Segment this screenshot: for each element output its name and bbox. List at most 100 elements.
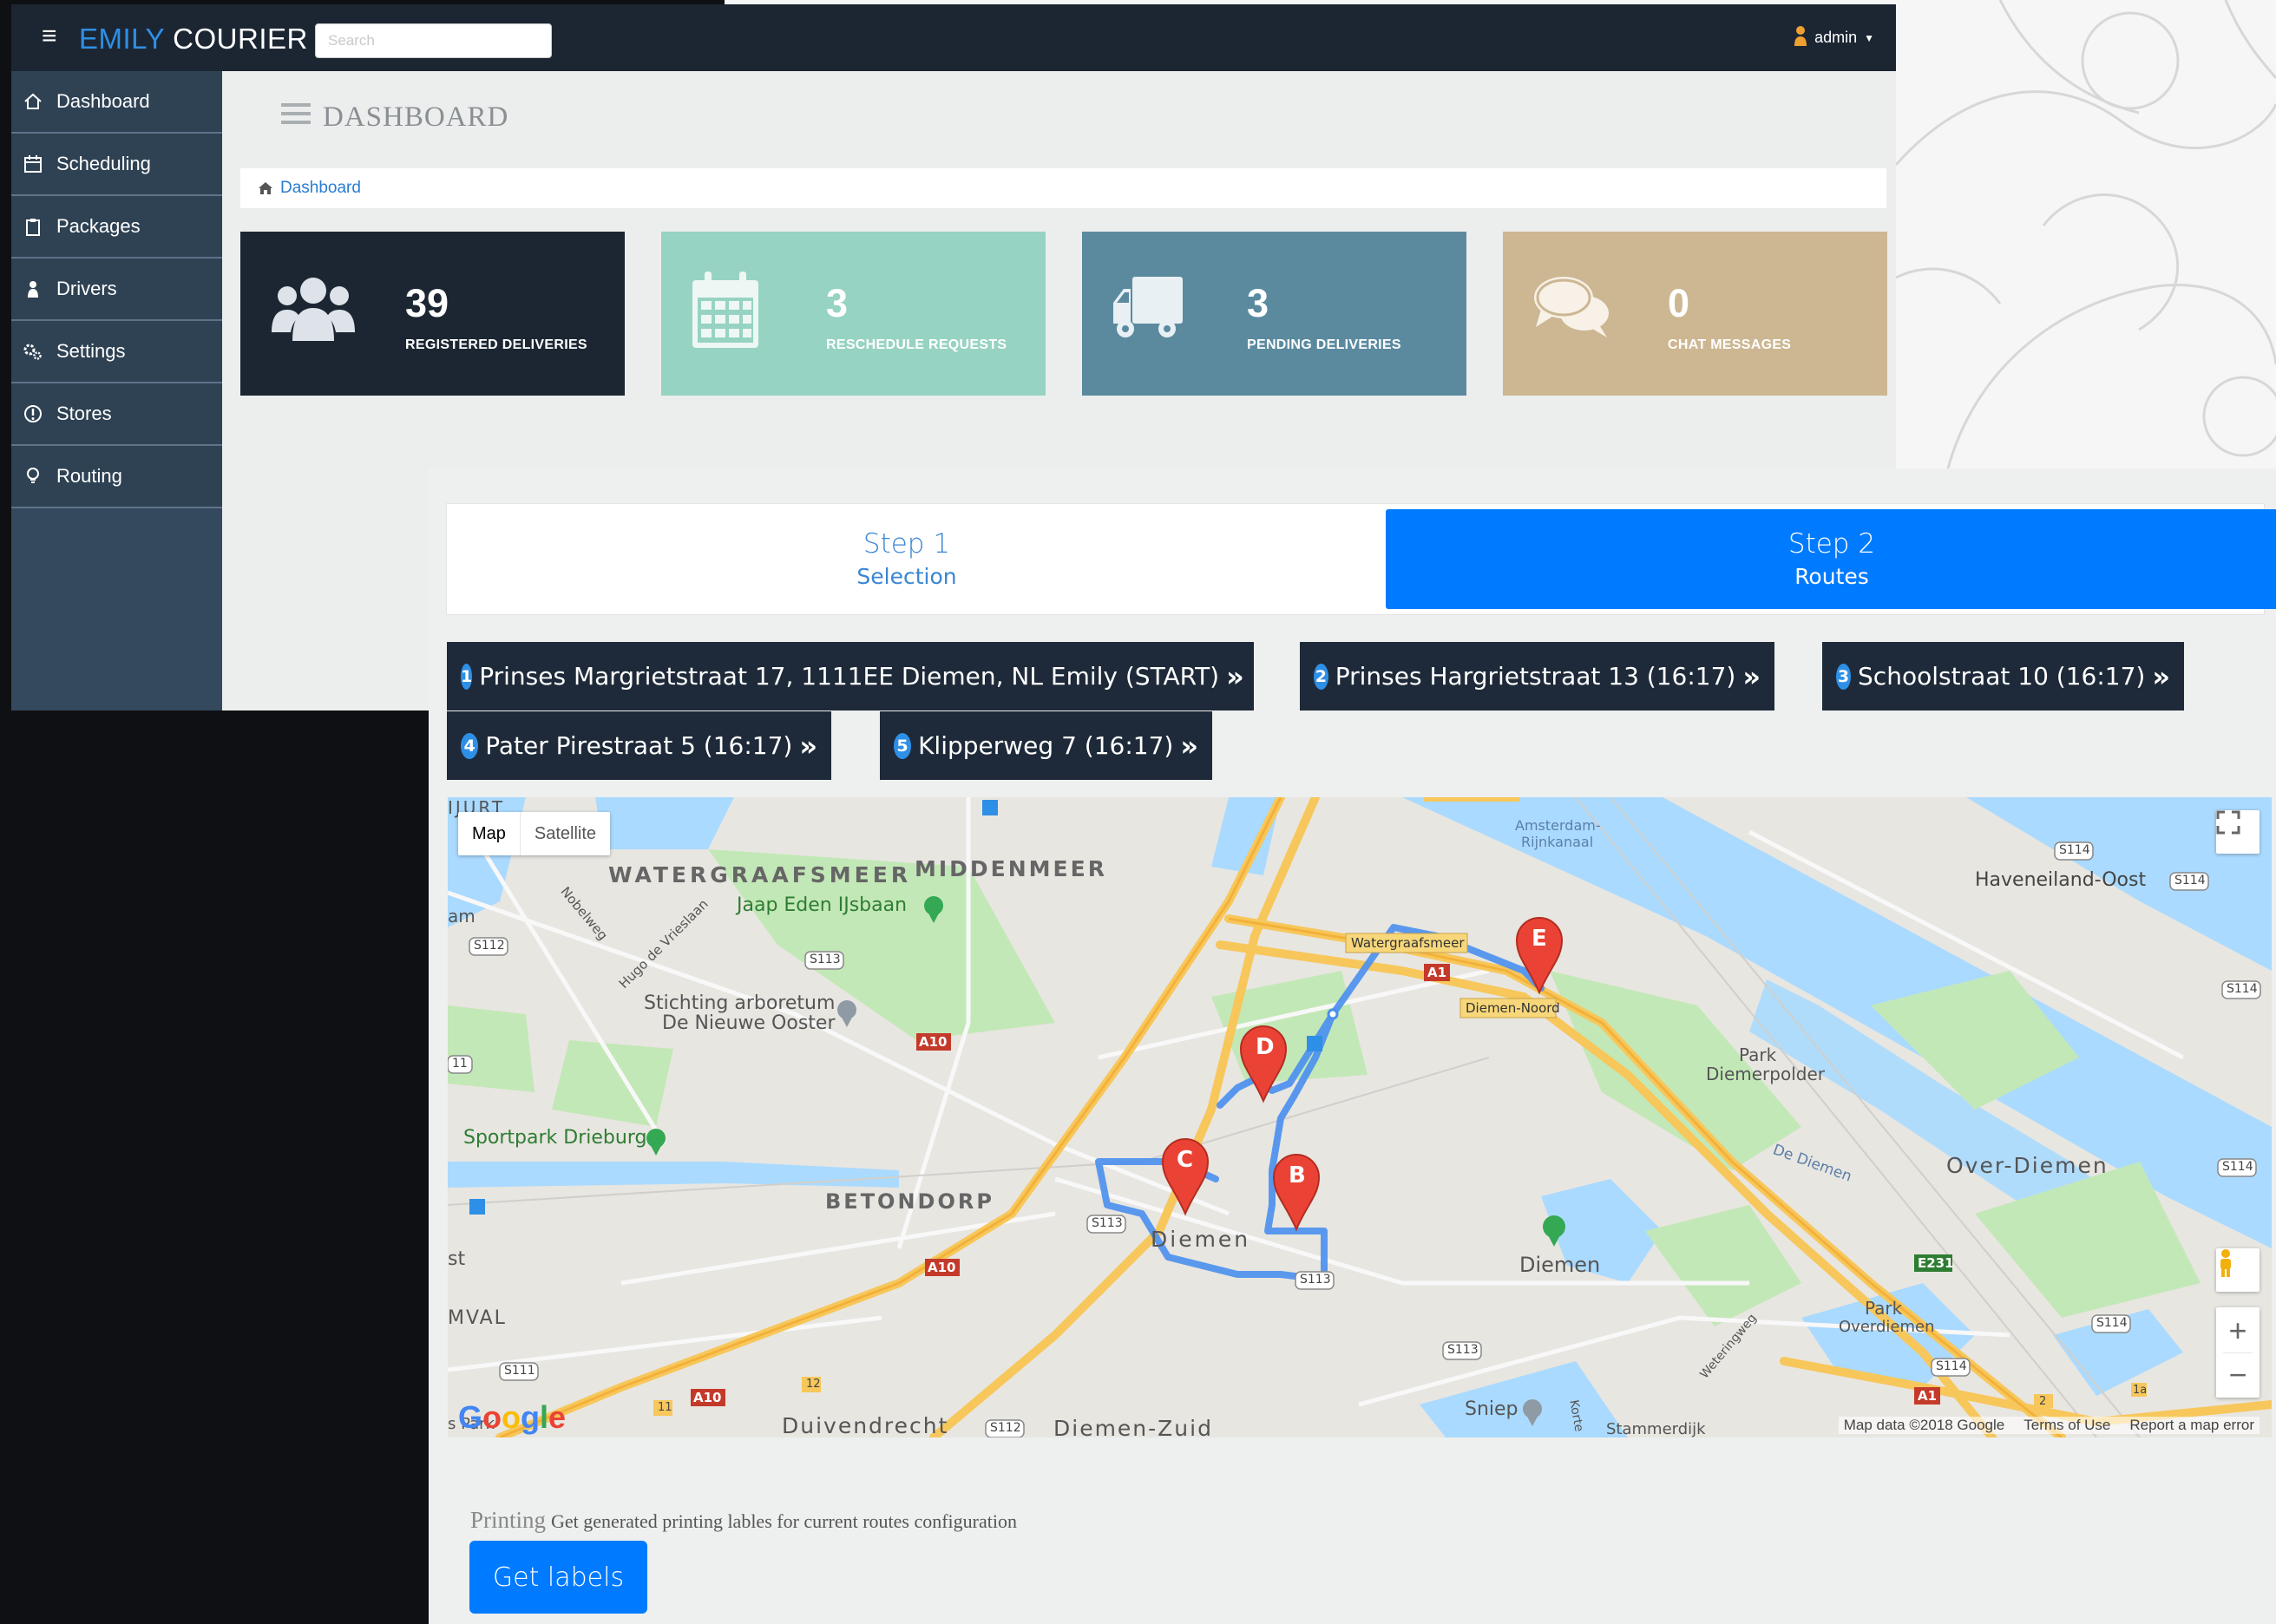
route-map[interactable]: E D C B IJURT WATERGRAAFSMEER MIDDENMEER… — [448, 797, 2272, 1437]
road-label-s114: S114 — [2174, 874, 2206, 887]
terms-of-use-link[interactable]: Terms of Use — [2023, 1417, 2110, 1434]
sidebar-item-packages[interactable]: Packages — [11, 196, 222, 259]
route-number: 5 — [894, 732, 912, 759]
route-number: 4 — [461, 732, 479, 759]
road-label-s114: S114 — [2059, 843, 2090, 857]
routing-panel: Step 1 Selection Step 2 Routes 1 Prinses… — [429, 468, 2276, 1624]
step-title: Step 2 — [1787, 527, 1876, 560]
route-stop-3[interactable]: 3 Schoolstraat 10 (16:17) » — [1822, 642, 2184, 710]
road-label-a10: A10 — [928, 1260, 956, 1275]
map-label-watergraafsmeer: WATERGRAAFSMEER — [608, 862, 912, 887]
road-label-s114: S114 — [2222, 1160, 2253, 1174]
calendar-icon — [691, 272, 760, 354]
road-label-1a: 1a — [2133, 1384, 2148, 1397]
route-number: 2 — [1314, 663, 1328, 690]
stat-card-reschedule-requests[interactable]: 3 RESCHEDULE REQUESTS — [661, 232, 1046, 396]
truck-icon — [1112, 272, 1184, 345]
road-label-s113: S113 — [1300, 1273, 1331, 1287]
sidebar-item-drivers[interactable]: Drivers — [11, 259, 222, 321]
stat-label: CHAT MESSAGES — [1668, 337, 1792, 352]
wizard-step-1[interactable]: Step 1 Selection — [447, 509, 1367, 609]
road-label-s112: S112 — [990, 1421, 1021, 1435]
road-label-a1: A1 — [1427, 965, 1447, 980]
stat-card-registered-deliveries[interactable]: 39 REGISTERED DELIVERIES — [240, 232, 625, 396]
pegman-icon[interactable] — [2216, 1248, 2260, 1292]
sidebar-item-dashboard[interactable]: Dashboard — [11, 71, 222, 134]
map-label-over-diemen: Over-Diemen — [1946, 1153, 2109, 1178]
stat-label: PENDING DELIVERIES — [1247, 337, 1401, 352]
marker-letter-c: C — [1177, 1147, 1194, 1173]
zoom-out-icon[interactable]: − — [2228, 1353, 2246, 1397]
step-subtitle: Routes — [1794, 563, 1869, 589]
user-icon — [1794, 25, 1807, 50]
gears-icon — [22, 340, 44, 363]
sidebar-item-label: Drivers — [56, 278, 117, 299]
road-label-11: 11 — [658, 1401, 672, 1414]
map-label-watergraafsmeer-sign: Watergraafsmeer — [1351, 935, 1465, 951]
map-label-haveneiland: Haveneiland-Oost — [1975, 869, 2147, 891]
stat-label: REGISTERED DELIVERIES — [405, 337, 587, 352]
page-title-text: DASHBOARD — [323, 102, 509, 133]
sidebar-item-label: Scheduling — [56, 153, 151, 174]
map-label-park-diemerpolder: Park — [1739, 1044, 1777, 1065]
route-stop-4[interactable]: 4 Pater Pirestraat 5 (16:17) » — [447, 711, 831, 780]
map-label-diemen-zuid: Diemen-Zuid — [1053, 1416, 1213, 1437]
map-label-overdiemen: Overdiemen — [1839, 1318, 1935, 1336]
user-name: admin — [1814, 29, 1858, 46]
map-label-diemen: Diemen — [1151, 1227, 1251, 1252]
fullscreen-icon[interactable] — [2216, 810, 2260, 854]
map-label-betondorp: BETONDORP — [825, 1189, 994, 1214]
road-label-s114: S114 — [2227, 982, 2258, 996]
double-chevron-right-icon: » — [1742, 659, 1761, 693]
map-label-park-overdiemen: Park — [1865, 1298, 1903, 1319]
route-label: Prinses Hargrietstraat 13 (16:17) — [1335, 662, 1736, 691]
map-type-satellite-button[interactable]: Satellite — [519, 812, 610, 855]
brand-logo[interactable]: EMILY COURIER — [79, 22, 308, 56]
sidebar-item-stores[interactable]: Stores — [11, 383, 222, 446]
menu-toggle-icon[interactable]: ≡ — [42, 23, 57, 49]
stat-card-pending-deliveries[interactable]: 3 PENDING DELIVERIES — [1082, 232, 1466, 396]
road-label-a10: A10 — [919, 1034, 948, 1050]
marker-letter-b: B — [1289, 1162, 1306, 1189]
google-logo[interactable]: Google — [458, 1399, 566, 1436]
sidebar-item-settings[interactable]: Settings — [11, 321, 222, 383]
decorative-pattern — [1896, 0, 2276, 468]
zoom-in-icon[interactable]: + — [2228, 1309, 2246, 1352]
screenshot-root: ≡ EMILY COURIER admin ▼ Dashboard Schedu… — [0, 0, 2276, 1624]
sidebar-item-scheduling[interactable]: Scheduling — [11, 134, 222, 196]
step-title: Step 1 — [863, 527, 951, 560]
search-input[interactable] — [315, 23, 552, 58]
sidebar-item-label: Packages — [56, 215, 141, 237]
sidebar-item-label: Stores — [56, 403, 112, 424]
exclamation-circle-icon — [22, 403, 44, 425]
route-stop-5[interactable]: 5 Klipperweg 7 (16:17) » — [880, 711, 1212, 780]
marker-letter-e: E — [1532, 926, 1547, 952]
wizard-steps: Step 1 Selection Step 2 Routes — [446, 503, 2276, 615]
map-label-rijnkanaal: Rijnkanaal — [1521, 834, 1594, 850]
sidebar-item-label: Settings — [56, 340, 126, 362]
printing-section: Printing Get generated printing lables fo… — [470, 1507, 1017, 1534]
comments-icon — [1532, 272, 1610, 345]
double-chevron-right-icon: » — [1180, 729, 1198, 763]
route-stop-1[interactable]: 1 Prinses Margrietstraat 17, 1111EE Diem… — [447, 642, 1254, 710]
user-menu[interactable]: admin ▼ — [1794, 25, 1874, 50]
route-stop-2[interactable]: 2 Prinses Hargrietstraat 13 (16:17) » — [1300, 642, 1774, 710]
sidebar-item-label: Dashboard — [56, 90, 150, 112]
stat-card-chat-messages[interactable]: 0 CHAT MESSAGES — [1503, 232, 1887, 396]
brand-name-part1: EMILY — [79, 23, 165, 55]
report-map-error-link[interactable]: Report a map error — [2129, 1417, 2254, 1434]
double-chevron-right-icon: » — [1226, 659, 1244, 693]
road-label-s113: S113 — [1447, 1343, 1479, 1357]
breadcrumb-link-dashboard[interactable]: Dashboard — [280, 179, 361, 198]
map-label-am: am — [448, 906, 476, 927]
road-label-s113: S113 — [810, 953, 841, 966]
map-type-control: Map Satellite — [458, 812, 611, 855]
sidebar-item-routing[interactable]: Routing — [11, 446, 222, 508]
map-type-map-button[interactable]: Map — [458, 812, 520, 855]
road-label-s111: S111 — [504, 1364, 535, 1378]
map-label-duivendrecht: Duivendrecht — [782, 1413, 949, 1437]
map-label-amsterdam: Amsterdam- — [1515, 817, 1601, 834]
get-labels-button[interactable]: Get labels — [469, 1541, 647, 1614]
wizard-step-2[interactable]: Step 2 Routes — [1386, 509, 2276, 609]
route-label: Schoolstraat 10 (16:17) — [1858, 662, 2146, 691]
